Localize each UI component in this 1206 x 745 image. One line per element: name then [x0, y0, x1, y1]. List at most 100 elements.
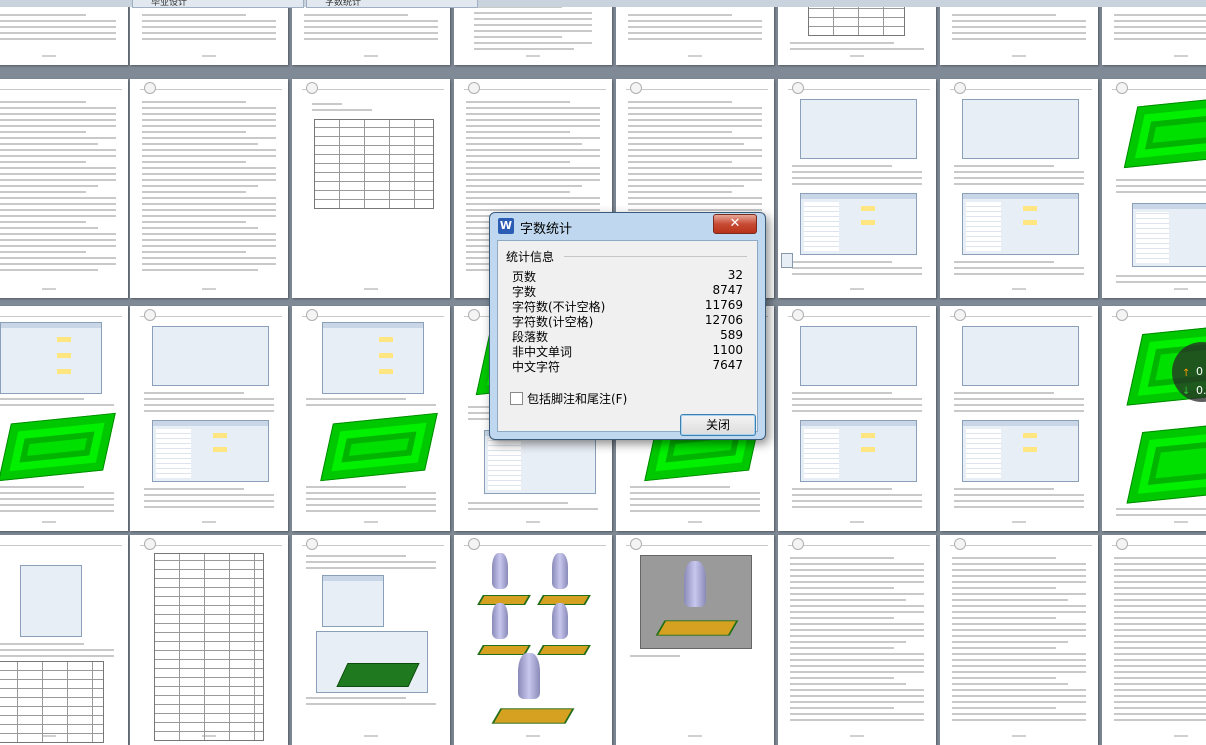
text-line: [0, 137, 116, 139]
page-number: [1012, 55, 1026, 57]
text-line: [0, 185, 98, 187]
text-line: [952, 623, 1086, 625]
document-page: [778, 79, 936, 298]
text-line: [954, 392, 1054, 394]
screenshot-figure: [322, 322, 424, 394]
stat-row-chars-with-spaces: 字符数(计空格) 12706: [512, 313, 743, 329]
text-line: [0, 221, 86, 223]
text-line: [952, 605, 1086, 607]
text-line: [790, 659, 924, 661]
include-footnotes-label[interactable]: 包括脚注和尾注(F): [527, 390, 627, 407]
text-line: [952, 575, 1086, 577]
text-line: [790, 605, 924, 607]
text-line: [792, 261, 892, 263]
text-line: [628, 167, 762, 169]
tab-document[interactable]: 毕业设计: [132, 0, 304, 8]
text-line: [628, 26, 762, 28]
text-line: [952, 653, 1086, 655]
text-line: [792, 267, 922, 269]
text-line: [954, 261, 1054, 263]
text-line: [628, 161, 732, 163]
text-line: [144, 392, 244, 394]
page-header-rule: [950, 545, 1092, 546]
stat-row-chinese-chars: 中文字符 7647: [512, 358, 743, 374]
school-logo-icon: [1116, 309, 1128, 321]
text-line: [954, 488, 1054, 490]
highlight: [379, 353, 393, 358]
text-line: [790, 611, 924, 613]
toolbar: [801, 194, 916, 199]
text-line: [792, 404, 922, 406]
text-line: [790, 653, 924, 655]
tree-panel: [966, 429, 1001, 478]
text-line: [1114, 605, 1206, 607]
screenshot-figure: [962, 326, 1079, 386]
cutter-tool: [518, 653, 540, 699]
data-table: [0, 661, 104, 743]
text-line: [0, 504, 114, 506]
text-line: [954, 273, 1084, 275]
text-line: [952, 611, 1086, 613]
text-line: [628, 137, 762, 139]
text-line: [142, 38, 276, 40]
text-line: [306, 567, 436, 569]
text-line: [142, 155, 276, 157]
word-count-dialog: W 字数统计 ✕ 统计信息 页数 32 字数 8747 字符数(不计空格) 11…: [489, 212, 766, 440]
text-line: [304, 20, 438, 22]
text-line: [142, 251, 246, 253]
document-page: [454, 0, 612, 65]
text-line: [1116, 191, 1206, 193]
document-page: [454, 535, 612, 745]
text-line: [792, 488, 892, 490]
text-line: [0, 398, 84, 400]
text-line: [0, 32, 116, 34]
text-line: [466, 125, 600, 127]
dialog-title-bar[interactable]: W 字数统计 ✕: [490, 213, 765, 239]
text-line: [952, 581, 1086, 583]
include-footnotes-checkbox[interactable]: [510, 392, 523, 405]
download-value: 0.: [1196, 384, 1206, 397]
text-line: [954, 494, 1084, 496]
text-line: [144, 398, 274, 400]
text-line: [630, 510, 760, 512]
text-line: [952, 641, 1068, 643]
text-line: [1114, 629, 1206, 631]
text-line: [952, 20, 1086, 22]
text-line: [952, 707, 1056, 709]
upload-value: 0: [1196, 365, 1203, 378]
text-line: [790, 629, 924, 631]
text-line: [790, 701, 924, 703]
highlight: [379, 369, 393, 374]
school-logo-icon: [630, 538, 642, 550]
text-line: [142, 125, 276, 127]
text-line: [952, 557, 1056, 559]
highlight: [1023, 220, 1037, 225]
page-header-rule: [626, 545, 768, 546]
close-button[interactable]: 关闭: [680, 414, 756, 436]
stat-row-chars-no-spaces: 字符数(不计空格) 11769: [512, 298, 743, 314]
tree-panel: [804, 202, 839, 251]
text-line: [142, 233, 276, 235]
text-line: [0, 167, 116, 169]
text-line: [306, 703, 436, 705]
text-line: [628, 113, 762, 115]
text-line: [1114, 713, 1206, 715]
text-line: [954, 398, 1084, 400]
document-page: [1102, 0, 1206, 65]
close-icon[interactable]: ✕: [713, 214, 757, 234]
text-line: [0, 143, 98, 145]
text-line: [142, 203, 276, 205]
text-line: [952, 617, 1056, 619]
document-page: [130, 0, 288, 65]
text-line: [954, 500, 1084, 502]
text-line: [790, 677, 894, 679]
tab-word-count[interactable]: 字数统计: [306, 0, 478, 8]
page-header-rule: [950, 316, 1092, 317]
school-logo-icon: [792, 538, 804, 550]
text-line: [142, 26, 276, 28]
text-line: [468, 502, 568, 504]
text-line: [306, 486, 406, 488]
text-line: [954, 404, 1084, 406]
page-header-rule: [626, 89, 768, 90]
text-line: [0, 26, 116, 28]
